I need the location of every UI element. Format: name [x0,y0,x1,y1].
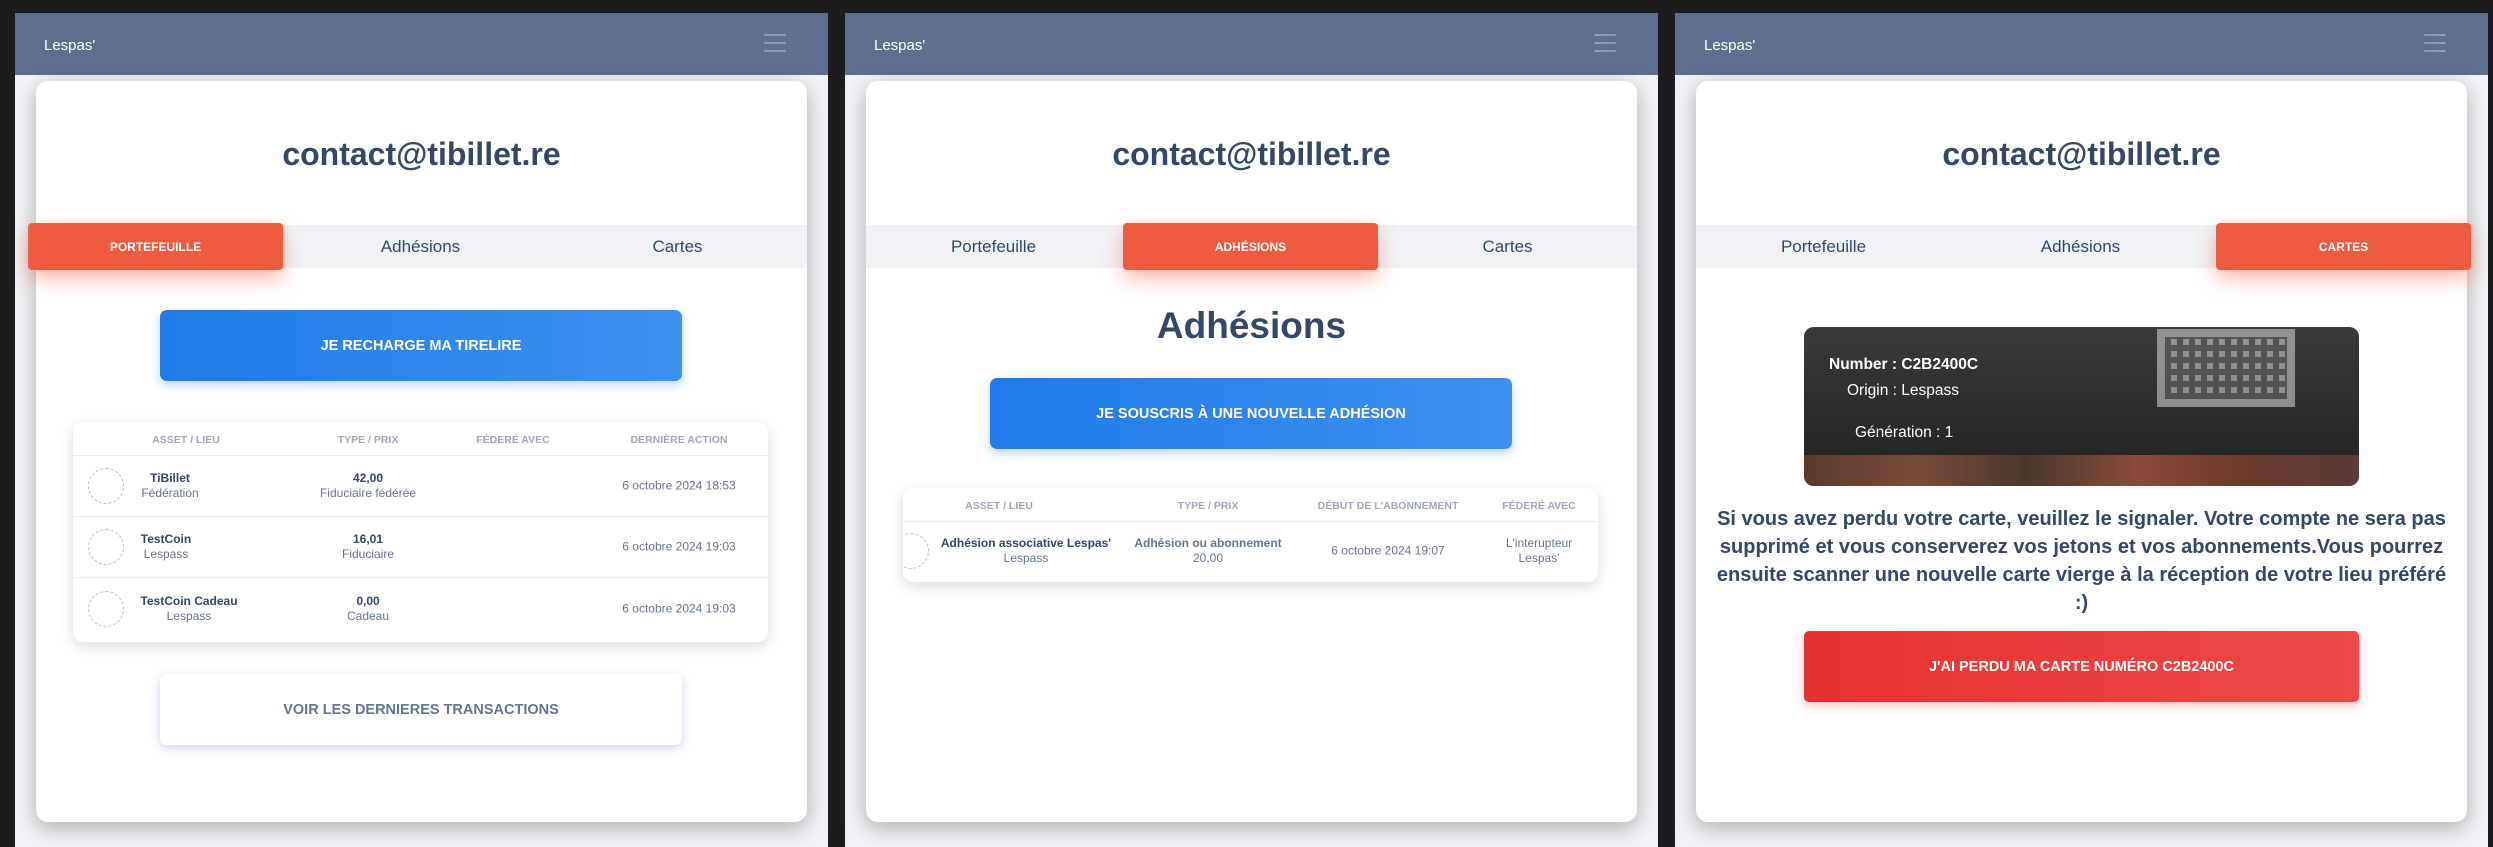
account-card: contact@tibillet.re Portefeuille Adhésio… [28,81,807,822]
hamburger-menu-icon[interactable] [1594,34,1616,52]
tab-cards[interactable]: Cartes [550,225,805,268]
account-card: contact@tibillet.re Portefeuille Adhésio… [1696,81,2471,822]
membership-federated: L'interupteur [1505,536,1573,550]
asset-name: TestCoin Cadeau [140,593,238,608]
asset-type: Fiduciaire fédérée [319,486,417,500]
hamburger-menu-icon[interactable] [2424,34,2446,52]
memberships-view-panel: Lespas' contact@tibillet.re Portefeuille… [845,13,1658,847]
cards-view-panel: Lespas' contact@tibillet.re Portefeuille… [1675,13,2488,847]
membership-federated: Lespas' [1518,551,1560,565]
membership-start: 6 octobre 2024 19:07 [1331,543,1445,558]
asset-name: TestCoin [140,532,192,546]
asset-name: TiBillet [150,471,190,485]
table-row[interactable]: TestCoin Lespass 16,01 Fiduciaire 6 octobr… [73,517,768,578]
column-header: Féderé avec [476,434,550,446]
memberships-table: Asset / lieu Type / prix Début de l'abon… [903,488,1598,582]
subscribe-button[interactable]: Je souscris à une nouvelle adhésion [990,378,1512,449]
nfc-card-image: Number : C2B2400C Origin : Lespass Génér… [1804,327,2359,486]
table-header: Asset / lieu Type / prix Féderé avec Der… [73,422,768,456]
brand-link[interactable]: Lespas' [874,37,925,54]
column-header: Féderé avec [1502,500,1576,512]
column-header: Asset / lieu [965,500,1033,512]
asset-last-action: 6 octobre 2024 19:03 [622,601,736,615]
asset-last-action: 6 octobre 2024 18:53 [622,478,736,493]
wallet-table: Asset / lieu Type / prix Féderé avec Der… [73,422,768,642]
account-email: contact@tibillet.re [1942,136,2221,172]
membership-name: Adhésion associative Lespas' [940,536,1112,550]
brand-link[interactable]: Lespas' [44,37,95,54]
table-row[interactable]: TestCoin Cadeau Lespass 0,00 Cadeau 6 octo… [73,578,768,639]
tab-cards[interactable]: Cartes [1380,225,1635,268]
lost-card-button[interactable]: J'ai perdu ma carte numéro C2B2400C [1804,631,2359,702]
asset-amount: 0,00 [356,593,380,608]
section-title: Adhésions [1156,305,1347,346]
recharge-button[interactable]: Je recharge ma tirelire [160,310,682,381]
asset-place: Fédération [141,486,199,500]
lost-card-message: Si vous avez perdu votre carte, veuillez… [1716,508,2447,614]
column-header: Type / prix [1177,500,1239,512]
column-header: Type / prix [337,434,399,446]
account-email: contact@tibillet.re [282,136,561,172]
wallet-view-panel: Lespas' contact@tibillet.re Portefeuille… [15,13,828,847]
account-email: contact@tibillet.re [1112,136,1391,172]
asset-amount: 16,01 [352,532,384,546]
asset-type: Fiduciaire [341,547,395,561]
tab-wallet[interactable]: Portefeuille [1696,225,1951,268]
membership-price: 20,00 [1192,551,1224,565]
asset-avatar-icon [88,590,124,627]
account-tabs: Portefeuille Adhésions Cartes [1696,223,2471,270]
membership-type: Adhésion ou abonnement [1134,536,1282,550]
table-row[interactable]: TiBillet Fédération 42,00 Fiduciaire fédér… [73,456,768,517]
asset-avatar-icon [903,533,929,569]
column-header: Dernière action [630,434,728,446]
tab-cards[interactable]: Cartes [2216,223,2471,270]
asset-avatar-icon [88,468,124,504]
tab-wallet[interactable]: Portefeuille [866,225,1121,268]
hamburger-menu-icon[interactable] [764,34,786,52]
asset-amount: 42,00 [352,471,384,485]
asset-avatar-icon [88,529,124,565]
card-generation: Génération : 1 [1855,424,1954,441]
card-origin: Origin : Lespass [1847,382,1959,399]
table-header: Asset / lieu Type / prix Début de l'abon… [903,488,1598,522]
top-navbar: Lespas' [1675,13,2488,75]
membership-place: Lespass [1003,551,1049,565]
view-transactions-button[interactable]: Voir les dernieres transactions [160,674,682,745]
brand-link[interactable]: Lespas' [1704,37,1755,54]
card-number: Number : C2B2400C [1829,356,1979,373]
asset-place: Lespass [143,547,189,561]
asset-type: Cadeau [346,608,390,623]
column-header: Début de l'abonnement [1317,500,1459,512]
table-row[interactable]: Adhésion associative Lespas' Lespass Adhé… [903,522,1598,580]
tab-memberships[interactable]: Adhésions [1123,223,1378,270]
account-card: contact@tibillet.re Portefeuille Adhésio… [866,81,1637,822]
asset-place: Lespass [166,608,212,623]
top-navbar: Lespas' [15,13,828,75]
tab-memberships[interactable]: Adhésions [1953,225,2208,268]
account-tabs: Portefeuille Adhésions Cartes [28,223,807,270]
tab-wallet[interactable]: Portefeuille [28,223,283,270]
asset-last-action: 6 octobre 2024 19:03 [622,539,736,554]
top-navbar: Lespas' [845,13,1658,75]
qr-code-icon [2157,329,2295,407]
tab-memberships[interactable]: Adhésions [293,225,548,268]
column-header: Asset / lieu [152,434,220,446]
account-tabs: Portefeuille Adhésions Cartes [866,223,1637,270]
